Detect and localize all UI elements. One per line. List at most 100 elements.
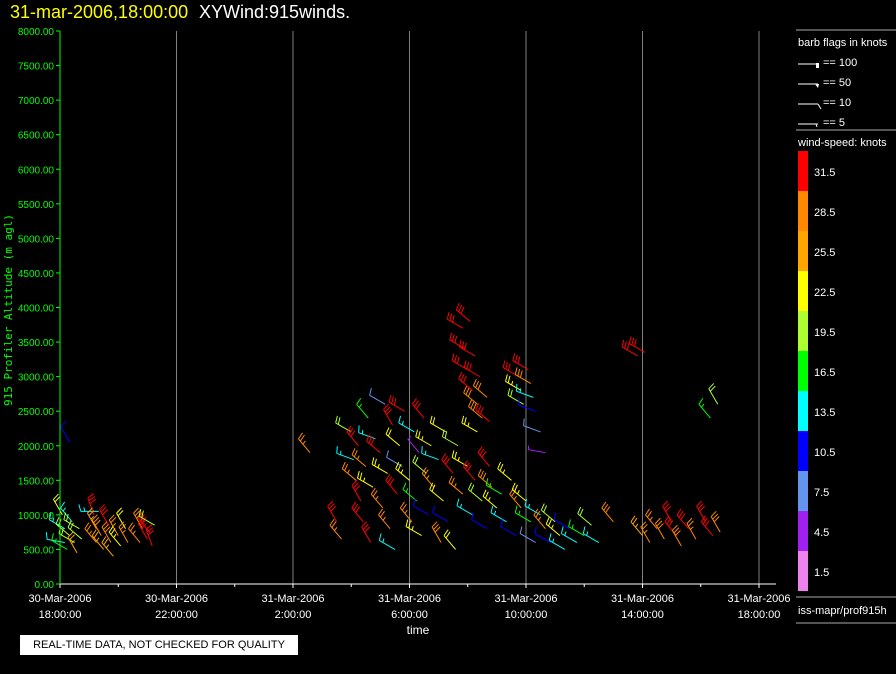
barb-full <box>387 429 392 437</box>
wind-barb <box>514 367 532 384</box>
barb-half <box>404 509 408 514</box>
barb-full <box>45 532 48 540</box>
barb-staff <box>527 449 546 454</box>
barb-full <box>451 334 455 342</box>
barb-full <box>460 306 465 314</box>
wind-barb <box>500 519 517 537</box>
wind-barb <box>145 524 155 547</box>
wind-barb <box>441 453 454 474</box>
barb-full <box>579 508 584 516</box>
barb-full <box>393 398 397 406</box>
x-tick-label-time: 22:00:00 <box>155 609 198 621</box>
barb-full <box>351 501 357 509</box>
barb-half <box>83 507 86 512</box>
x-tick-label-time: 18:00:00 <box>738 609 781 621</box>
barb-staff <box>698 403 711 419</box>
barb-full <box>353 503 359 511</box>
barb-full <box>86 524 92 532</box>
wind-barb <box>708 383 719 405</box>
barb-full <box>582 526 586 534</box>
barb-half <box>517 490 520 495</box>
barb-full <box>553 512 557 520</box>
barb-full <box>509 487 515 495</box>
barb-full <box>507 363 511 371</box>
wind-barb <box>101 536 114 557</box>
x-tick-label-time: 6:00:00 <box>391 609 428 621</box>
wind-barb <box>441 429 459 447</box>
barb-half <box>358 403 363 408</box>
wind-barb <box>443 529 456 550</box>
y-tick-label: 4500.00 <box>18 269 55 280</box>
barb-full <box>479 448 485 456</box>
wind-barb <box>388 395 405 412</box>
barb-full <box>477 382 482 390</box>
x-tick-label-time: 10:00:00 <box>505 609 548 621</box>
barb-full <box>385 427 390 435</box>
barb-full <box>412 454 417 463</box>
colorbar-label: 16.5 <box>814 367 835 379</box>
wind-barb <box>128 522 141 543</box>
y-tick-label: 3500.00 <box>18 338 55 349</box>
barb-staff <box>561 533 578 543</box>
barb-full <box>51 533 54 541</box>
wind-barb <box>534 526 551 543</box>
wind-barb <box>630 515 643 536</box>
barb-staff <box>500 526 517 537</box>
barb-full <box>370 487 376 495</box>
barb-full <box>548 533 552 541</box>
barb-full <box>110 528 116 535</box>
barb-full <box>548 519 552 527</box>
wind-barb <box>429 415 447 433</box>
wind-barb <box>485 477 502 495</box>
barb-full <box>462 375 467 383</box>
barb-half <box>105 544 110 549</box>
y-axis-label: 915 Profiler Altitude (m agl) <box>2 214 15 406</box>
wind-barb <box>60 421 71 443</box>
barb-half <box>356 455 360 460</box>
flag-50-icon <box>815 84 819 88</box>
barb-full <box>451 450 455 458</box>
barb-half <box>411 526 414 531</box>
barb-full <box>460 373 465 382</box>
wind-barb <box>515 383 534 398</box>
barb-half <box>400 469 404 474</box>
wind-barb <box>458 339 476 357</box>
barb-staff <box>553 519 570 530</box>
wind-barb <box>336 446 354 461</box>
wind-barb <box>577 506 592 526</box>
barb-full <box>631 337 635 346</box>
barb-full <box>445 531 451 539</box>
colorbar-label: 13.5 <box>814 407 835 419</box>
barb-staff <box>490 512 507 523</box>
barb-full <box>429 415 433 424</box>
colorbar-label: 22.5 <box>814 287 835 299</box>
barb-full <box>91 529 97 536</box>
barb-full <box>78 504 82 512</box>
wind-barb <box>468 482 483 502</box>
wind-barb <box>482 489 498 509</box>
barb-full <box>666 517 672 525</box>
wind-barb <box>369 388 386 405</box>
legend: barb flags in knots == 100 == 50 == 10 == 5… <box>796 29 896 624</box>
colorbar-label: 28.5 <box>814 207 835 219</box>
barb-full <box>543 505 548 513</box>
barb-full <box>444 431 448 439</box>
y-tick-label: 5000.00 <box>18 234 55 245</box>
barb-full <box>463 385 468 393</box>
barb-half <box>96 537 100 542</box>
barb-full <box>499 463 504 471</box>
wind-barb <box>490 505 507 523</box>
colorbar-swatch <box>798 151 808 191</box>
barb-full <box>446 312 450 320</box>
barb-full <box>341 461 346 469</box>
barb-full <box>456 498 460 506</box>
barb-full <box>477 468 482 476</box>
barb-full <box>432 417 436 425</box>
barb-half <box>454 483 457 488</box>
y-tick-label: 8000.00 <box>18 27 55 38</box>
wind-barb <box>518 397 536 412</box>
colorbar-swatch <box>798 511 808 551</box>
wind-barb <box>346 425 359 447</box>
x-tick-label-date: 31-Mar-2006 <box>495 593 558 605</box>
colorbar-label: 31.5 <box>814 167 835 179</box>
